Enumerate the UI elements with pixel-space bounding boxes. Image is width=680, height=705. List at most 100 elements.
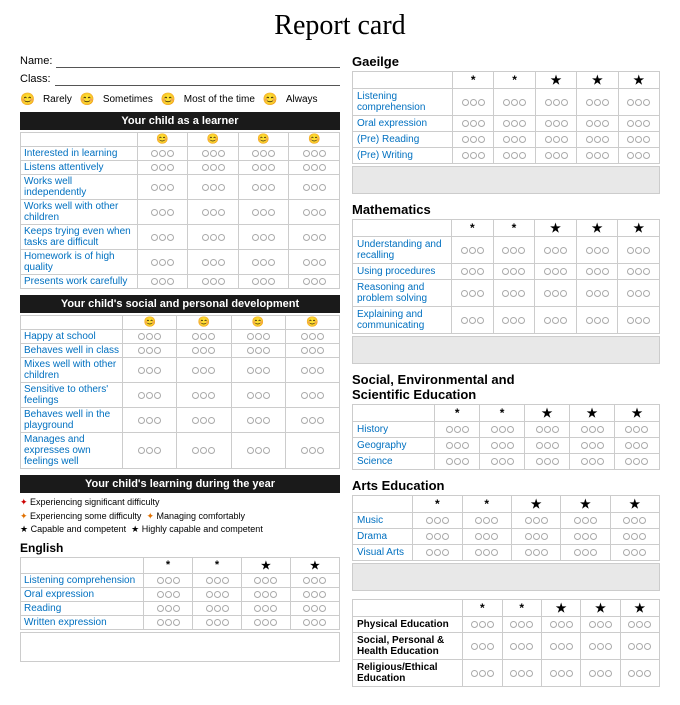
grade-circle[interactable] (503, 120, 510, 127)
grade-circle[interactable] (151, 278, 158, 285)
grade-circle[interactable] (210, 209, 217, 216)
grade-circle[interactable] (154, 417, 161, 424)
grade-circle[interactable] (146, 447, 153, 454)
grade-circle[interactable] (202, 209, 209, 216)
grade-circle[interactable] (594, 317, 601, 324)
grade-circle[interactable] (560, 290, 567, 297)
grade-circle[interactable] (247, 347, 254, 354)
grade-circle[interactable] (268, 184, 275, 191)
grade-circle[interactable] (483, 549, 490, 556)
grade-circle[interactable] (475, 549, 482, 556)
grade-circle[interactable] (625, 458, 632, 465)
grade-circle[interactable] (260, 184, 267, 191)
grade-circle[interactable] (511, 152, 518, 159)
grade-circle[interactable] (260, 164, 267, 171)
class-input-line[interactable] (55, 72, 340, 86)
grade-circle[interactable] (545, 136, 552, 143)
grade-circle[interactable] (574, 549, 581, 556)
grade-circle[interactable] (502, 268, 509, 275)
grade-circle[interactable] (192, 333, 199, 340)
grade-circle[interactable] (311, 259, 318, 266)
grade-circle[interactable] (434, 533, 441, 540)
grade-circle[interactable] (260, 209, 267, 216)
grade-circle[interactable] (550, 670, 557, 677)
grade-circle[interactable] (469, 247, 476, 254)
grade-circle[interactable] (165, 577, 172, 584)
grade-circle[interactable] (263, 333, 270, 340)
grade-circle[interactable] (206, 619, 213, 626)
grade-circle[interactable] (469, 268, 476, 275)
grade-circle[interactable] (202, 278, 209, 285)
grade-circle[interactable] (594, 136, 601, 143)
grade-circle[interactable] (533, 533, 540, 540)
grade-circle[interactable] (260, 234, 267, 241)
grade-circle[interactable] (589, 442, 596, 449)
grade-circle[interactable] (574, 533, 581, 540)
grade-circle[interactable] (526, 670, 533, 677)
grade-circle[interactable] (268, 278, 275, 285)
grade-circle[interactable] (510, 621, 517, 628)
grade-circle[interactable] (192, 417, 199, 424)
grade-circle[interactable] (157, 619, 164, 626)
grade-circle[interactable] (309, 447, 316, 454)
grade-circle[interactable] (317, 367, 324, 374)
grade-circle[interactable] (138, 392, 145, 399)
grade-circle[interactable] (159, 164, 166, 171)
grade-circle[interactable] (165, 619, 172, 626)
grade-circle[interactable] (566, 621, 573, 628)
grade-circle[interactable] (208, 417, 215, 424)
grade-circle[interactable] (627, 99, 634, 106)
grade-circle[interactable] (151, 184, 158, 191)
grade-circle[interactable] (470, 120, 477, 127)
grade-circle[interactable] (311, 605, 318, 612)
grade-circle[interactable] (268, 234, 275, 241)
grade-circle[interactable] (200, 367, 207, 374)
grade-circle[interactable] (510, 268, 517, 275)
grade-circle[interactable] (303, 234, 310, 241)
grade-circle[interactable] (157, 605, 164, 612)
grade-circle[interactable] (503, 99, 510, 106)
grade-circle[interactable] (643, 152, 650, 159)
grade-circle[interactable] (561, 136, 568, 143)
grade-circle[interactable] (545, 152, 552, 159)
grade-circle[interactable] (270, 577, 277, 584)
grade-circle[interactable] (545, 99, 552, 106)
grade-circle[interactable] (586, 317, 593, 324)
grade-circle[interactable] (477, 268, 484, 275)
grade-circle[interactable] (597, 458, 604, 465)
grade-circle[interactable] (639, 533, 646, 540)
grade-circle[interactable] (502, 290, 509, 297)
grade-circle[interactable] (146, 367, 153, 374)
grade-circle[interactable] (206, 577, 213, 584)
grade-circle[interactable] (319, 209, 326, 216)
grade-circle[interactable] (446, 458, 453, 465)
grade-circle[interactable] (544, 290, 551, 297)
grade-circle[interactable] (462, 152, 469, 159)
grade-circle[interactable] (491, 458, 498, 465)
grade-circle[interactable] (635, 317, 642, 324)
grade-circle[interactable] (478, 120, 485, 127)
grade-circle[interactable] (317, 447, 324, 454)
grade-circle[interactable] (469, 317, 476, 324)
grade-circle[interactable] (454, 426, 461, 433)
grade-circle[interactable] (582, 517, 589, 524)
grade-circle[interactable] (627, 136, 634, 143)
grade-circle[interactable] (643, 136, 650, 143)
grade-circle[interactable] (206, 591, 213, 598)
grade-circle[interactable] (202, 234, 209, 241)
grade-circle[interactable] (525, 517, 532, 524)
grade-circle[interactable] (270, 591, 277, 598)
grade-circle[interactable] (446, 426, 453, 433)
grade-circle[interactable] (550, 621, 557, 628)
grade-circle[interactable] (270, 619, 277, 626)
grade-circle[interactable] (628, 621, 635, 628)
grade-circle[interactable] (633, 458, 640, 465)
grade-circle[interactable] (138, 447, 145, 454)
grade-circle[interactable] (491, 533, 498, 540)
grade-circle[interactable] (589, 670, 596, 677)
grade-circle[interactable] (552, 458, 559, 465)
grade-circle[interactable] (507, 458, 514, 465)
grade-circle[interactable] (628, 643, 635, 650)
grade-circle[interactable] (518, 317, 525, 324)
grade-circle[interactable] (210, 164, 217, 171)
